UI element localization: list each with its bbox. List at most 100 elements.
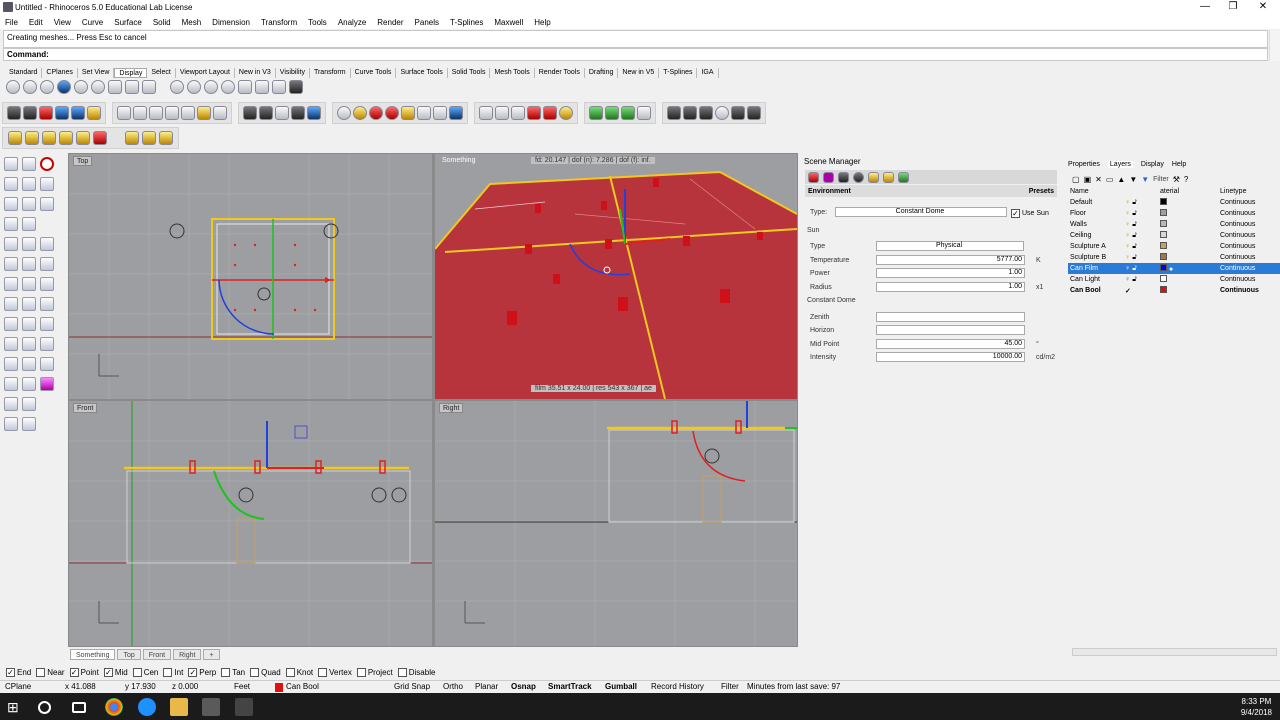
new-sublayer-icon[interactable]: ▣	[1084, 175, 1092, 184]
panel-tab-display[interactable]: Display	[1141, 161, 1164, 168]
layout-icon[interactable]	[589, 106, 603, 120]
command-scrollbar[interactable]	[1269, 30, 1280, 61]
viewport-icon[interactable]	[40, 197, 54, 211]
layer-row[interactable]: Floor ♀ 🔓︎ Continuous	[1068, 208, 1280, 219]
fillet-icon[interactable]	[4, 337, 18, 351]
osnap-project-checkbox[interactable]	[356, 667, 366, 677]
tab-new-in-v5[interactable]: New in V5	[618, 67, 660, 78]
lightbulb-icon[interactable]: ♀	[1125, 254, 1130, 261]
col-name[interactable]: Name	[1068, 186, 1123, 197]
dome-icon[interactable]	[221, 80, 235, 94]
swap-icon[interactable]	[417, 106, 431, 120]
pin-icon[interactable]	[93, 131, 107, 145]
osnap-mid-checkbox[interactable]: ✓	[103, 667, 113, 677]
zoom-extents-icon[interactable]	[170, 80, 184, 94]
lightbulb-icon[interactable]: ♀	[1125, 221, 1130, 228]
scene-object-icon[interactable]	[838, 171, 849, 183]
sun-type-select[interactable]: Physical	[876, 241, 1024, 251]
maxwell-render-icon[interactable]	[7, 106, 21, 120]
viewport-front-title[interactable]: Front	[73, 403, 98, 413]
camera-3-icon[interactable]	[495, 106, 509, 120]
layer-name[interactable]: Walls	[1068, 219, 1123, 230]
tab-standard[interactable]: Standard	[5, 67, 43, 78]
menu-tools[interactable]: Tools	[308, 18, 327, 27]
vp-tab-add[interactable]: +	[203, 648, 220, 660]
layer-flags[interactable]: ♀ 🔓︎	[1123, 230, 1158, 241]
maxwell-save-icon[interactable]	[71, 106, 85, 120]
osnap-near-checkbox[interactable]	[36, 667, 46, 677]
tab-set-view[interactable]: Set View	[78, 67, 115, 78]
hide-icon[interactable]	[255, 80, 269, 94]
command-prompt[interactable]: Command:	[3, 48, 1268, 61]
object-icon[interactable]	[337, 106, 351, 120]
tab-render-tools[interactable]: Render Tools	[535, 67, 585, 78]
emitter-icon[interactable]	[353, 106, 367, 120]
scene-material-icon[interactable]	[823, 171, 834, 183]
layout-3-icon[interactable]	[621, 106, 635, 120]
window-6-icon[interactable]	[747, 106, 761, 120]
layer-name[interactable]: Can Film	[1068, 263, 1123, 274]
status-osnap[interactable]: Osnap	[511, 682, 536, 691]
menu-maxwell[interactable]: Maxwell	[494, 18, 523, 27]
osnap-mid[interactable]: ✓ Mid	[103, 667, 128, 677]
lightbulb-icon[interactable]: ♀	[1125, 199, 1130, 206]
menu-help[interactable]: Help	[534, 18, 550, 27]
layer-name[interactable]: Can Bool	[1068, 285, 1123, 296]
camera-4-icon[interactable]	[511, 106, 525, 120]
layer-linetype[interactable]: Continuous	[1218, 285, 1280, 296]
focal-distance-icon[interactable]	[181, 106, 195, 120]
water-icon[interactable]	[449, 106, 463, 120]
tab-transform[interactable]: Transform	[310, 67, 351, 78]
extrude-icon[interactable]	[22, 257, 36, 271]
panel-tab-help[interactable]: Help	[1172, 161, 1186, 168]
mirror-icon[interactable]	[22, 377, 36, 391]
menu-solid[interactable]: Solid	[153, 18, 171, 27]
col-linetype[interactable]: Linetype	[1218, 186, 1280, 197]
tab-curve-tools[interactable]: Curve Tools	[351, 67, 397, 78]
pencil-icon[interactable]	[76, 131, 90, 145]
status-cplane[interactable]: CPlane	[5, 682, 31, 691]
wireframe-icon[interactable]	[6, 80, 20, 94]
layer-flags[interactable]: ♀ 🔓︎	[1123, 208, 1158, 219]
power-field[interactable]: 1.00	[876, 268, 1025, 278]
status-units[interactable]: Feet	[234, 682, 250, 691]
osnap-project[interactable]: Project	[356, 667, 393, 677]
camera-5-icon[interactable]	[527, 106, 541, 120]
maxwell-network-icon[interactable]	[55, 106, 69, 120]
tab-cplanes[interactable]: CPlanes	[42, 67, 78, 78]
layer-flags[interactable]: ♀ 🔓︎	[1123, 241, 1158, 252]
lightbulb-icon[interactable]: ♀	[1125, 243, 1130, 250]
camera-icon[interactable]	[133, 106, 147, 120]
tab-visibility[interactable]: Visibility	[276, 67, 310, 78]
window-4-icon[interactable]	[699, 106, 713, 120]
stop-icon[interactable]	[40, 157, 54, 171]
layer-color-swatch[interactable]	[1160, 231, 1167, 238]
freeform-icon[interactable]	[22, 237, 36, 251]
status-layer[interactable]: Can Bool	[286, 682, 319, 691]
layer-linetype[interactable]: Continuous	[1218, 274, 1280, 285]
array-icon[interactable]	[4, 377, 18, 391]
osnap-point[interactable]: ✓ Point	[69, 667, 99, 677]
presets-menu[interactable]: Presets	[1029, 188, 1054, 195]
window-5-icon[interactable]	[731, 106, 745, 120]
osnap-tan-checkbox[interactable]	[221, 667, 231, 677]
move-down-icon[interactable]: ▼	[1129, 175, 1137, 184]
menu-panels[interactable]: Panels	[415, 18, 439, 27]
point-tool-icon[interactable]	[22, 157, 36, 171]
gumball-icon[interactable]	[125, 131, 139, 145]
layer-row[interactable]: Sculpture B ♀ 🔓︎ Continuous	[1068, 252, 1280, 263]
maxwell-studio-icon[interactable]	[23, 106, 37, 120]
ghosted-icon[interactable]	[57, 80, 71, 94]
line-tool-icon[interactable]	[40, 237, 54, 251]
col-material[interactable]: aterial	[1158, 186, 1218, 197]
layer-color-swatch[interactable]	[1160, 242, 1167, 249]
radius-field[interactable]: 1.00	[876, 282, 1025, 292]
menu-file[interactable]: File	[5, 18, 18, 27]
lightbulb-icon[interactable]: ♀	[1125, 265, 1130, 272]
lock-icon[interactable]: 🔓︎	[1132, 199, 1137, 206]
layer-name[interactable]: Ceiling	[1068, 230, 1123, 241]
panel-tab-properties[interactable]: Properties	[1068, 161, 1100, 168]
group-icon[interactable]	[4, 397, 18, 411]
union-icon[interactable]	[4, 297, 18, 311]
maxwell-taskbar-icon[interactable]	[235, 698, 253, 716]
